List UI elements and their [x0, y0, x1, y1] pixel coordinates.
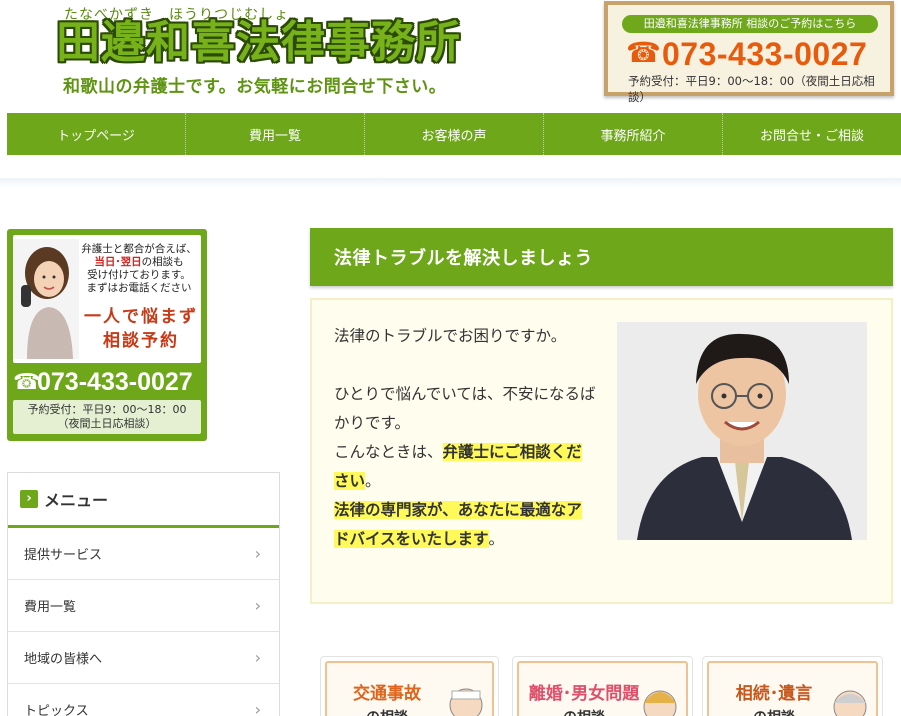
service-card-inheritance[interactable]: 相続･遺言 の相談 [702, 656, 883, 716]
injured-person-illustration [449, 688, 483, 716]
contact-phone[interactable]: ☎ 073-433-0027 [622, 35, 884, 72]
global-nav: トップページ 費用一覧 お客様の声 事務所紹介 お問合せ・ご相談 [7, 113, 901, 155]
contact-hours: 予約受付：平日9：00〜18：00（夜間土日応相談） [628, 74, 875, 104]
sidebar-item-community[interactable]: 地域の皆様へ › [8, 632, 279, 684]
sidebar-item-label: 地域の皆様へ [24, 652, 103, 667]
banner-phone-number[interactable]: 073-433-0027 [37, 365, 193, 399]
intro-text: 法律のトラブルでお困りですか。 ひとりで悩んでいては、不安になるばかりです。 こ… [334, 322, 596, 554]
banner-hours-2: （夜間土日応相談） [57, 417, 157, 430]
service-title: 交通事故 [353, 684, 421, 704]
phone-icon: ☎ [626, 36, 661, 69]
site-logo[interactable]: 田邉和喜法律事務所 [56, 17, 461, 69]
nav-item-top[interactable]: トップページ [7, 113, 186, 155]
intro-paragraph-2: ひとりで悩んでいては、不安になるばかりです。 [334, 385, 596, 432]
banner-line-2: 当日･翌日の相談も [79, 256, 199, 269]
intro-paragraph-4: 法律の専門家が、あなたに最適なアドバイスをいたします。 [334, 496, 596, 554]
intro-p4-suffix: 。 [488, 530, 505, 548]
sidebar-item-label: 費用一覧 [24, 600, 77, 615]
banner-catchcopy: 一人で悩まず 相談予約 [83, 305, 199, 353]
banner-card: 弁護士と都合が合えば、 当日･翌日の相談も 受け付けております。 まずはお電話く… [13, 235, 201, 363]
banner-hours-1: 予約受付：平日9：00〜18：00 [27, 403, 187, 416]
banner-line-1: 弁護士と都合が合えば、 [81, 243, 197, 255]
banner-line-3: 受け付けております。 [87, 269, 191, 281]
lawyer-portrait-image [617, 322, 867, 540]
banner-catch-2: 相談予約 [103, 331, 179, 351]
chevron-right-icon: › [20, 490, 38, 508]
sidebar-item-services[interactable]: 提供サービス › [8, 528, 279, 580]
page-title: 法律トラブルを解決しましょう [334, 248, 593, 269]
service-subtitle: の相談 [519, 707, 649, 716]
intro-paragraph-1: 法律のトラブルでお困りですか。 [334, 327, 567, 345]
intro-box: 法律のトラブルでお困りですか。 ひとりで悩んでいては、不安になるばかりです。 こ… [310, 298, 893, 604]
service-title: 離婚･男女問題 [528, 684, 640, 704]
header-contact-box[interactable]: 田邉和喜法律事務所 相談のご予約はこちら ☎ 073-433-0027 予約受付… [604, 1, 894, 104]
nav-item-contact[interactable]: お問合せ・ご相談 [723, 113, 901, 155]
elderly-person-illustration [833, 690, 867, 716]
sidebar-item-topics[interactable]: トピックス › [8, 684, 279, 716]
banner-hours: 予約受付：平日9：00〜18：00 （夜間土日応相談） [13, 400, 201, 434]
banner-text: 弁護士と都合が合えば、 当日･翌日の相談も 受け付けております。 まずはお電話く… [79, 243, 199, 295]
service-card-traffic[interactable]: 交通事故 の相談 [320, 656, 499, 716]
chevron-right-icon: › [254, 596, 261, 615]
service-card-inner: 交通事故 の相談 [325, 661, 494, 716]
service-card-divorce[interactable]: 離婚･男女問題 の相談 [512, 656, 693, 716]
intro-paragraph-3: こんなときは、弁護士にご相談ください。 [334, 438, 596, 496]
service-subtitle: の相談 [709, 707, 839, 716]
woman-illustration [643, 690, 677, 716]
nav-item-voices[interactable]: お客様の声 [365, 113, 544, 155]
chevron-right-icon: › [254, 544, 261, 563]
sidebar-item-fees[interactable]: 費用一覧 › [8, 580, 279, 632]
sidebar-item-label: 提供サービス [24, 548, 103, 563]
service-card-inner: 相続･遺言 の相談 [707, 661, 878, 716]
intro-p3-prefix: こんなときは、 [334, 443, 443, 461]
menu-heading-label: メニュー [44, 491, 109, 510]
nav-item-fees[interactable]: 費用一覧 [186, 113, 365, 155]
intro-p3-suffix: 。 [365, 472, 381, 490]
sidebar-menu: › メニュー 提供サービス › 費用一覧 › 地域の皆様へ › トピックス › [7, 472, 280, 716]
banner-line-2-rest: の相談も [141, 256, 184, 268]
operator-woman-image [13, 239, 79, 359]
main-heading-bar: 法律トラブルを解決しましょう [310, 228, 893, 286]
site-tagline: 和歌山の弁護士です。お気軽にお問合せ下さい。 [63, 77, 447, 97]
banner-line-4: まずはお電話ください [86, 282, 192, 294]
sidebar-item-label: トピックス [24, 704, 89, 716]
service-subtitle: の相談 [327, 707, 447, 716]
site-header: たなべかずき ほうりつじむしょ 田邉和喜法律事務所 和歌山の弁護士です。お気軽に… [0, 0, 901, 112]
menu-heading: › メニュー [8, 473, 279, 528]
banner-highlight: 当日･翌日 [94, 256, 142, 268]
phone-number[interactable]: 073-433-0027 [662, 36, 867, 72]
contact-pill: 田邉和喜法律事務所 相談のご予約はこちら [622, 15, 878, 33]
service-title: 相続･遺言 [735, 684, 813, 704]
banner-catch-1: 一人で悩まず [84, 307, 198, 327]
chevron-right-icon: › [254, 700, 261, 716]
consultation-banner[interactable]: 弁護士と都合が合えば、 当日･翌日の相談も 受け付けております。 まずはお電話く… [7, 229, 207, 441]
chevron-right-icon: › [254, 648, 261, 667]
service-card-inner: 離婚･男女問題 の相談 [517, 661, 688, 716]
header-divider [0, 178, 901, 188]
nav-item-office[interactable]: 事務所紹介 [544, 113, 723, 155]
intro-highlight-2: 法律の専門家が、あなたに最適なアドバイスをいたします [334, 501, 582, 548]
